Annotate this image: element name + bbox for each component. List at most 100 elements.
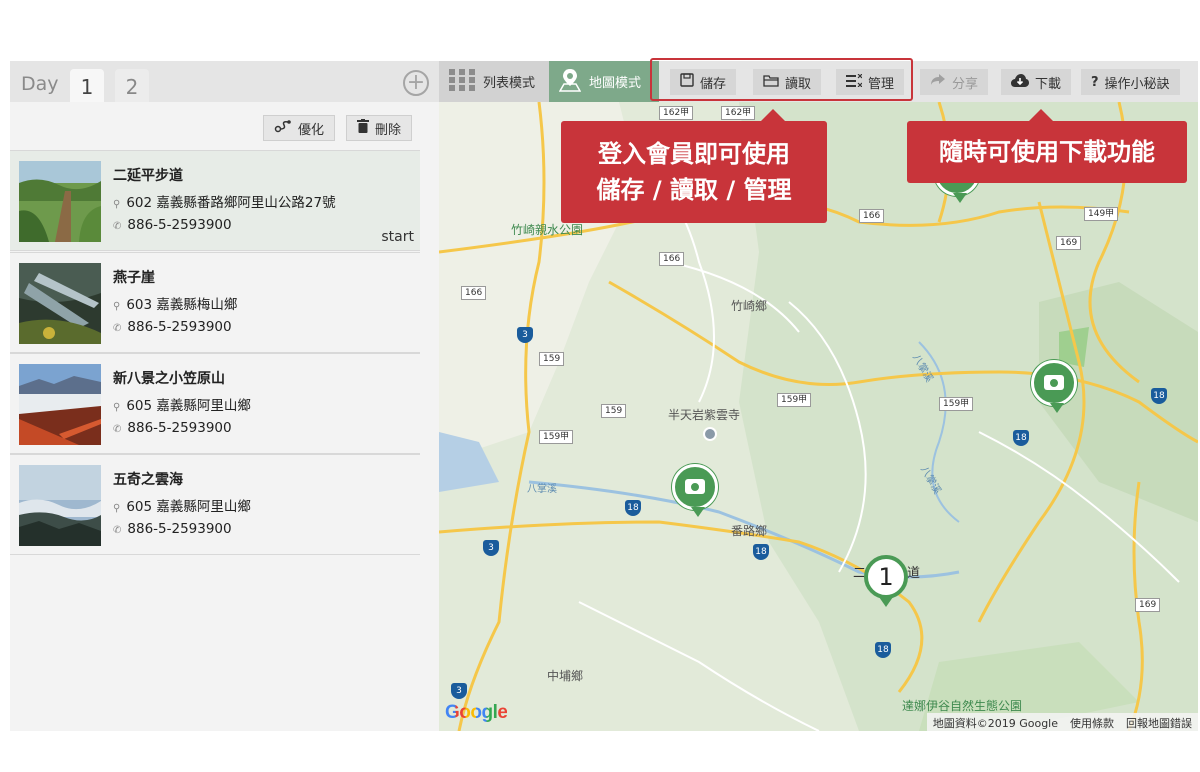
place-photo bbox=[19, 465, 101, 546]
itinerary-panel: Day 1 2 + 優化 刪除 二延平步道 ⚲ 602 嘉義縣番路鄉阿里山公路2… bbox=[10, 61, 439, 731]
map-mode-button[interactable]: 地圖模式 bbox=[549, 61, 659, 102]
temple-marker-icon[interactable] bbox=[703, 427, 717, 441]
highway-shield: 18 bbox=[875, 642, 891, 658]
road-tag: 162甲 bbox=[721, 106, 756, 120]
photo-spot-pin[interactable] bbox=[1031, 360, 1077, 413]
route-icon bbox=[274, 119, 292, 137]
road-tag: 159甲 bbox=[539, 430, 574, 444]
map-label: 竹崎親水公園 bbox=[511, 223, 584, 237]
terms-link[interactable]: 使用條款 bbox=[1070, 715, 1114, 730]
place-address: ⚲ 602 嘉義縣番路鄉阿里山公路27號 bbox=[113, 191, 336, 211]
optimize-label: 優化 bbox=[298, 122, 325, 138]
map-label: 番路鄉 bbox=[731, 524, 768, 538]
delete-button[interactable]: 刪除 bbox=[346, 115, 413, 141]
day-tab-bar: Day 1 2 + bbox=[10, 61, 439, 102]
phone-icon: ✆ bbox=[113, 525, 122, 536]
add-day-icon[interactable]: + bbox=[403, 70, 429, 96]
grid-icon bbox=[449, 68, 475, 95]
road-tag: 169 bbox=[1135, 598, 1161, 612]
share-button[interactable]: 分享 bbox=[920, 69, 989, 95]
place-address: ⚲ 603 嘉義縣梅山鄉 bbox=[113, 293, 237, 313]
place-address: ⚲ 605 嘉義縣阿里山鄉 bbox=[113, 495, 251, 515]
map-mode-label: 地圖模式 bbox=[589, 76, 642, 91]
map-footer: 地圖資料©2019 Google 使用條款 回報地圖錯誤 bbox=[926, 713, 1198, 731]
phone-icon: ✆ bbox=[113, 424, 122, 435]
location-icon: ⚲ bbox=[113, 402, 121, 413]
highway-shield: 3 bbox=[517, 327, 533, 343]
tab-day-2[interactable]: 2 bbox=[115, 69, 149, 102]
road-tag: 169 bbox=[1056, 236, 1082, 250]
day-label: Day bbox=[21, 73, 59, 95]
map-label: 中埔鄉 bbox=[547, 669, 584, 683]
place-name: 五奇之雲海 bbox=[113, 472, 183, 488]
highway-shield: 18 bbox=[1151, 388, 1167, 404]
map-label: 半天岩紫雲寺 bbox=[668, 408, 741, 422]
place-item[interactable]: 新八景之小笠原山 ⚲ 605 嘉義縣阿里山鄉 ✆ 886-5-2593900 bbox=[10, 353, 420, 454]
report-error-link[interactable]: 回報地圖錯誤 bbox=[1126, 715, 1192, 730]
callout-line: 登入會員即可使用 bbox=[598, 140, 790, 168]
tab-day-1[interactable]: 1 bbox=[70, 69, 104, 102]
phone-icon: ✆ bbox=[113, 323, 122, 334]
road-tag: 166 bbox=[859, 209, 885, 223]
place-item[interactable]: 五奇之雲海 ⚲ 605 嘉義縣阿里山鄉 ✆ 886-5-2593900 bbox=[10, 454, 420, 555]
map-attribution: 地圖資料©2019 Google bbox=[932, 717, 1058, 730]
place-phone: ✆ 886-5-2593900 bbox=[113, 521, 232, 537]
callout-line: 隨時可使用下載功能 bbox=[939, 138, 1155, 166]
photo-spot-pin[interactable] bbox=[672, 464, 718, 517]
tips-label: 操作小秘訣 bbox=[1104, 76, 1170, 92]
trash-icon bbox=[357, 119, 369, 137]
address-text: 602 嘉義縣番路鄉阿里山公路27號 bbox=[126, 195, 336, 211]
question-icon: ? bbox=[1091, 74, 1099, 90]
download-button[interactable]: 下載 bbox=[1001, 69, 1072, 95]
phone-text: 886-5-2593900 bbox=[127, 420, 232, 436]
address-text: 605 嘉義縣阿里山鄉 bbox=[126, 499, 251, 515]
place-item[interactable]: 燕子崖 ⚲ 603 嘉義縣梅山鄉 ✆ 886-5-2593900 bbox=[10, 252, 420, 353]
place-phone: ✆ 886-5-2593900 bbox=[113, 319, 232, 335]
camera-icon bbox=[1044, 375, 1064, 390]
itinerary-toolbar: 優化 刪除 bbox=[10, 102, 439, 150]
road-tag: 149甲 bbox=[1084, 207, 1119, 221]
road-tag: 159甲 bbox=[777, 393, 812, 407]
map-label: 道 bbox=[907, 566, 921, 581]
place-name: 燕子崖 bbox=[113, 270, 155, 286]
highway-shield: 18 bbox=[1013, 430, 1029, 446]
place-phone: ✆ 886-5-2593900 bbox=[113, 420, 232, 436]
start-tag: start bbox=[381, 229, 414, 245]
list-mode-button[interactable]: 列表模式 bbox=[439, 61, 549, 102]
address-text: 605 嘉義縣阿里山鄉 bbox=[126, 398, 251, 414]
feature-highlight-box bbox=[650, 58, 913, 101]
map-pin-icon bbox=[558, 68, 582, 96]
road-tag: 159 bbox=[601, 404, 627, 418]
map-label: 達娜伊谷自然生態公園 bbox=[902, 699, 1023, 713]
google-logo: Google bbox=[445, 702, 508, 724]
highway-shield: 3 bbox=[483, 540, 499, 556]
optimize-button[interactable]: 優化 bbox=[263, 115, 336, 141]
google-logo-text: Google bbox=[445, 702, 508, 723]
delete-label: 刪除 bbox=[375, 122, 402, 138]
share-arrow-icon bbox=[930, 74, 946, 90]
highway-shield: 3 bbox=[451, 683, 467, 699]
phone-text: 886-5-2593900 bbox=[127, 217, 232, 233]
place-item[interactable]: 二延平步道 ⚲ 602 嘉義縣番路鄉阿里山公路27號 ✆ 886-5-2593900… bbox=[10, 150, 420, 251]
place-name: 二延平步道 bbox=[113, 168, 183, 184]
place-phone: ✆ 886-5-2593900 bbox=[113, 217, 232, 233]
cloud-download-icon bbox=[1011, 73, 1029, 91]
road-tag: 159 bbox=[539, 352, 565, 366]
highway-shield: 18 bbox=[625, 500, 641, 516]
address-text: 603 嘉義縣梅山鄉 bbox=[126, 297, 238, 313]
location-icon: ⚲ bbox=[113, 503, 121, 514]
download-feature-callout: 隨時可使用下載功能 bbox=[907, 109, 1187, 183]
road-tag: 166 bbox=[461, 286, 487, 300]
tips-button[interactable]: ? 操作小秘訣 bbox=[1081, 69, 1180, 95]
phone-text: 886-5-2593900 bbox=[127, 319, 232, 335]
location-icon: ⚲ bbox=[113, 301, 121, 312]
road-tag: 159甲 bbox=[939, 397, 974, 411]
place-photo bbox=[19, 161, 101, 242]
start-point-pin[interactable]: 1 bbox=[864, 555, 908, 607]
download-label: 下載 bbox=[1035, 76, 1062, 92]
highway-shield: 18 bbox=[753, 544, 769, 560]
place-photo bbox=[19, 263, 101, 344]
list-mode-label: 列表模式 bbox=[483, 76, 536, 91]
location-icon: ⚲ bbox=[113, 199, 121, 210]
callout-line: 儲存 / 讀取 / 管理 bbox=[596, 176, 792, 204]
